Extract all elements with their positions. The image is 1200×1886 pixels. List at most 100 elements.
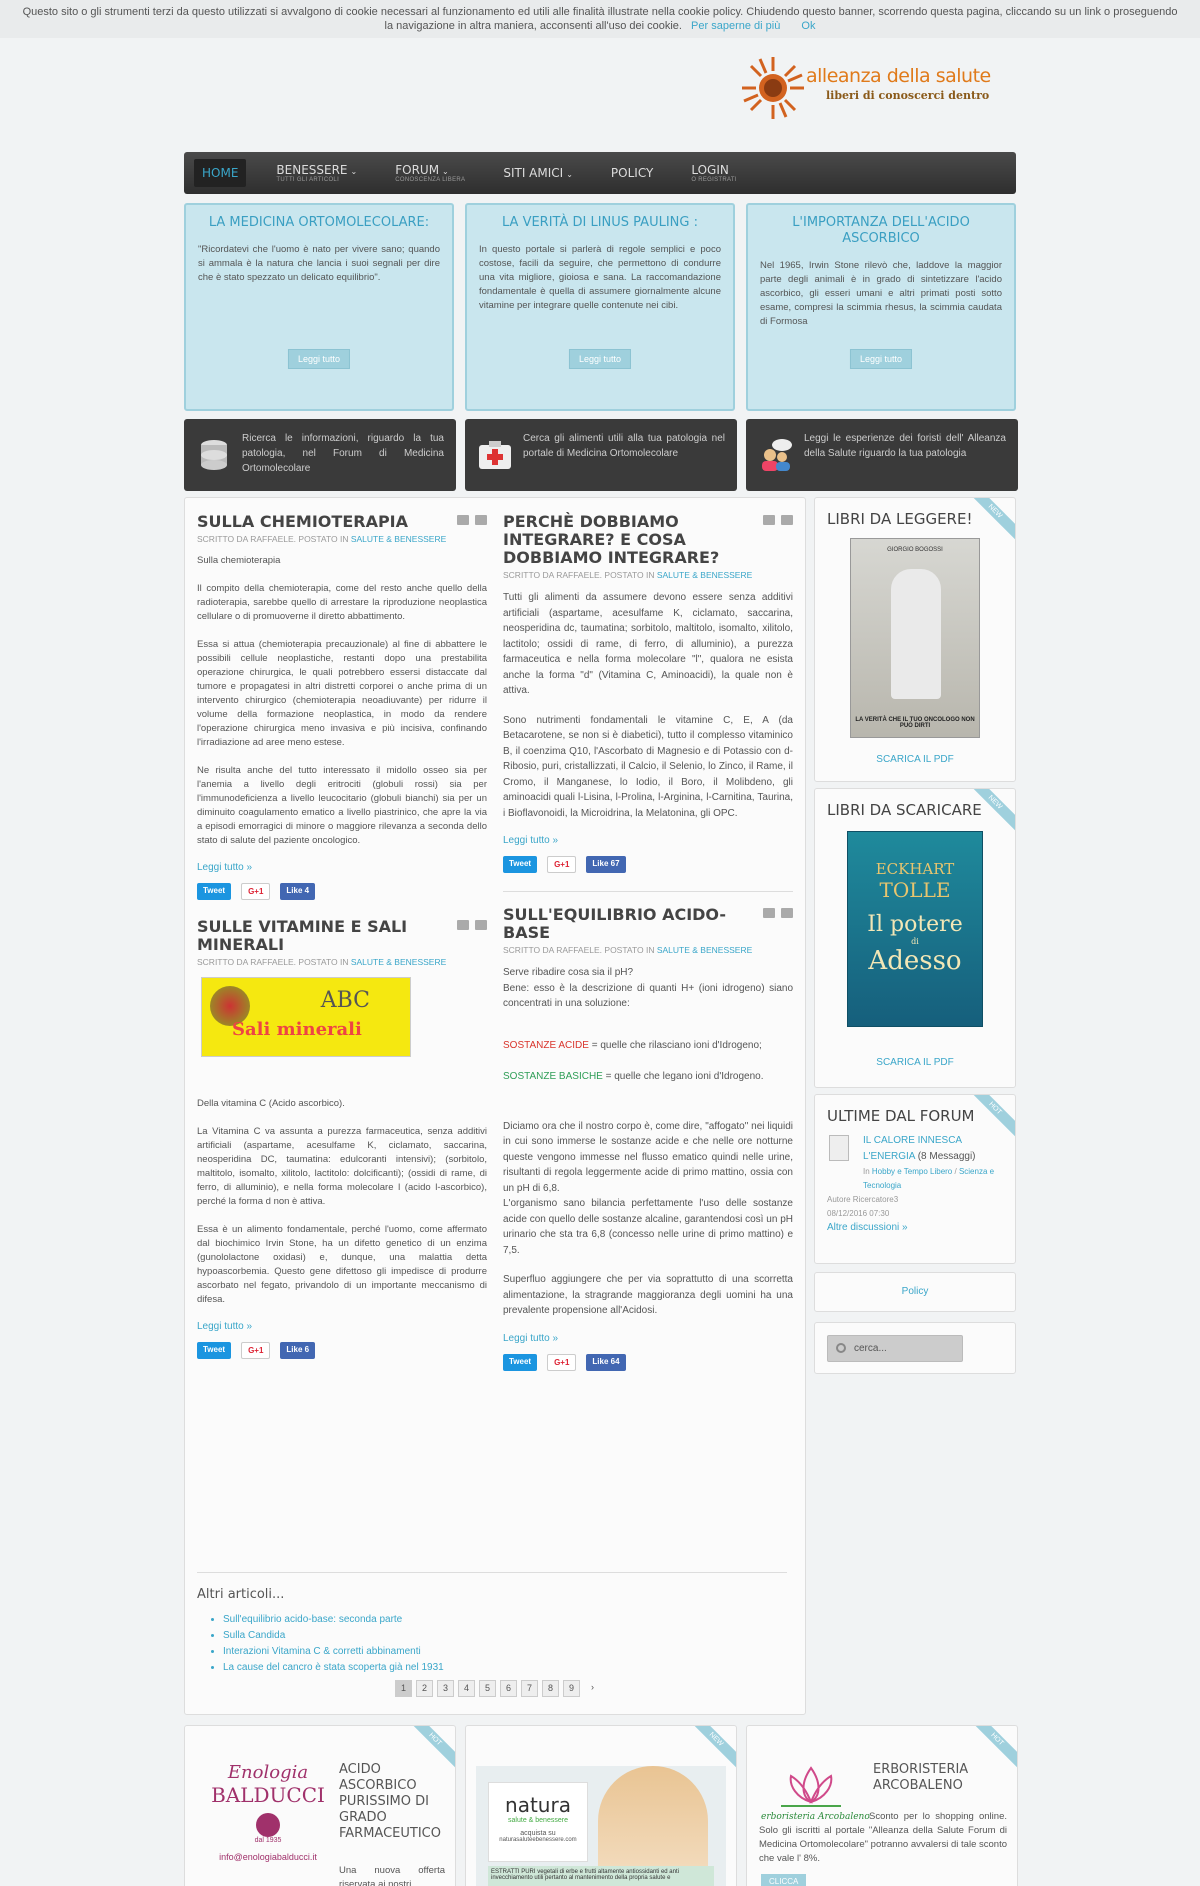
article-title[interactable]: Sulla Chemioterapia [197,513,487,531]
policy-link[interactable]: Policy [815,1286,1015,1297]
page-link[interactable]: 3 [437,1680,454,1697]
print-icon[interactable] [457,920,469,930]
like-button[interactable]: Like 67 [586,856,626,873]
search-input[interactable]: cerca... [827,1335,963,1362]
gplus-button[interactable]: G+1 [241,1342,271,1359]
cookie-ok-button[interactable]: Ok [801,20,815,32]
new-ribbon: NEW [683,1726,736,1772]
left-column: Sulla Chemioterapia Scritto da Raffaele.… [197,513,487,1377]
like-button[interactable]: Like 6 [280,1342,316,1359]
category-link[interactable]: Salute & Benessere [351,957,446,967]
read-more-link[interactable]: Leggi tutto » [197,862,487,873]
cookie-more-link[interactable]: Per saperne di più [691,20,780,32]
nav-siti-amici-label: Siti Amici [503,166,564,180]
tweet-button[interactable]: Tweet [197,883,232,900]
experiences-box[interactable]: Leggi le esperienze dei foristi dell' Al… [746,419,1018,491]
click-button[interactable]: CLICCA [761,1874,807,1886]
download-pdf-link[interactable]: Scarica il PDF [815,1057,1015,1068]
page-link[interactable]: 1 [395,1680,412,1697]
site-logo[interactable]: alleanza della salute liberi di conoscer… [740,55,1010,125]
next-page-icon[interactable]: › [584,1680,601,1697]
social-buttons: Tweet G+1 Like 4 [197,883,487,900]
category-link[interactable]: Salute & Benessere [351,534,446,544]
print-icon[interactable] [457,515,469,525]
other-article-link[interactable]: La cause del cancro è stata scoperta già… [223,1660,787,1676]
article-meta: Scritto da Raffaele. Postato in Salute &… [197,534,447,544]
partner-erboristeria[interactable]: HOT erboristeria Arcobaleno Erboristeria… [746,1725,1018,1886]
print-icon[interactable] [763,515,775,525]
logo-tagline: liberi di conoscerci dentro [826,89,990,102]
book-cover[interactable]: ECKHART TOLLE Il potere di Adesso [847,831,983,1027]
article-meta: Scritto da Raffaele. Postato in Salute &… [503,570,753,580]
articles-panel: Sulla Chemioterapia Scritto da Raffaele.… [184,497,806,1715]
download-pdf-link[interactable]: Scarica il PDF [815,754,1015,765]
tweet-button[interactable]: Tweet [503,1353,538,1371]
page-link[interactable]: 7 [521,1680,538,1697]
nav-benessere-label: Benessere [276,163,348,177]
other-article-link[interactable]: Sull'equilibrio acido-base: seconda part… [223,1612,787,1628]
cookie-text: Questo sito o gli strumenti terzi da que… [22,6,1178,32]
chevron-down-icon: ⌄ [442,167,449,176]
page-link[interactable]: 5 [479,1680,496,1697]
read-more-button[interactable]: Leggi tutto [849,349,913,369]
pagination: 1 2 3 4 5 6 7 8 9 › [395,1680,601,1697]
partner-title: Erboristeria Arcobaleno [873,1762,969,1793]
nav-benessere[interactable]: Benessere ⌄ Tutti gli articoli [268,159,365,187]
article-title[interactable]: Sulle Vitamine e Sali Minerali [197,918,487,954]
darkbox-text: Cerca gli alimenti utili alla tua patolo… [523,433,725,459]
partner-balducci[interactable]: HOT Enologia BALDUCCI dal 1935 info@enol… [184,1725,456,1886]
chevron-down-icon: ⌄ [350,167,358,176]
page-link[interactable]: 8 [542,1680,559,1697]
page-link[interactable]: 4 [458,1680,475,1697]
sidebar-libri-leggere: NEW Libri da leggere! GIORGIO BOGOSSI LA… [814,497,1016,782]
promo-box-pauling: La verità di Linus Pauling : In questo p… [465,203,735,411]
users-chat-icon [762,439,792,471]
nav-forum[interactable]: Forum ⌄ Conoscenza libera [387,159,473,187]
forum-category-link[interactable]: Hobby e Tempo Libero [872,1167,952,1176]
read-more-button[interactable]: Leggi tutto [287,349,351,369]
page-link[interactable]: 9 [563,1680,580,1697]
gplus-button[interactable]: G+1 [547,856,577,873]
email-icon[interactable] [475,920,487,930]
balducci-logo: Enologia BALDUCCI dal 1935 info@enologia… [211,1762,325,1862]
read-more-link[interactable]: Leggi tutto » [503,835,793,846]
nav-home[interactable]: Home [194,159,247,187]
gplus-button[interactable]: G+1 [547,1353,577,1371]
vitamins-image-top: ABC [320,988,370,1013]
forum-search-box[interactable]: Ricerca le informazioni, riguardo la tua… [184,419,456,491]
partner-text: Sconto per lo shopping online. Solo gli … [759,1811,1007,1864]
nav-home-label: Home [202,166,239,180]
read-more-button[interactable]: Leggi tutto [568,349,632,369]
page-link[interactable]: 6 [500,1680,517,1697]
article-title[interactable]: Perchè dobbiamo integrare? E cosa dobbia… [503,513,793,567]
like-button[interactable]: Like 4 [280,883,316,900]
read-more-link[interactable]: Leggi tutto » [503,1333,793,1344]
acid-label: SOSTANZE ACIDE [503,1039,589,1051]
other-article-link[interactable]: Interazioni Vitamina C & corretti abbina… [223,1644,787,1660]
print-icon[interactable] [763,908,775,918]
more-discussions-link[interactable]: Altre discussioni » [827,1222,908,1233]
email-icon[interactable] [781,515,793,525]
like-button[interactable]: Like 64 [586,1353,626,1371]
article-body: Tutti gli alimenti da assumere devono es… [503,592,793,819]
article-meta: Scritto da Raffaele. Postato in Salute &… [503,945,753,955]
nav-policy[interactable]: Policy [603,159,661,187]
nav-login[interactable]: Login o registrati [683,159,745,187]
partner-natura[interactable]: NEW natura salute & benessere acquista s… [465,1725,737,1886]
category-link[interactable]: Salute & Benessere [657,570,752,580]
book-cover[interactable]: GIORGIO BOGOSSI LA VERITÀ CHE IL TUO ONC… [850,538,980,738]
nav-siti-amici[interactable]: Siti Amici ⌄ [495,159,581,187]
message-count: (8 Messaggi) [917,1151,976,1162]
email-icon[interactable] [475,515,487,525]
gplus-button[interactable]: G+1 [241,883,271,900]
read-more-link[interactable]: Leggi tutto » [197,1321,487,1332]
food-search-box[interactable]: Cerca gli alimenti utili alla tua patolo… [465,419,737,491]
promo-box-ortomolecolare: La Medicina Ortomolecolare: "Ricordatevi… [184,203,454,411]
tweet-button[interactable]: Tweet [197,1342,232,1359]
article-title[interactable]: Sull'equilibrio acido-base [503,906,793,942]
page-link[interactable]: 2 [416,1680,433,1697]
other-article-link[interactable]: Sulla Candida [223,1628,787,1644]
category-link[interactable]: Salute & Benessere [657,945,752,955]
tweet-button[interactable]: Tweet [503,856,538,873]
email-icon[interactable] [781,908,793,918]
